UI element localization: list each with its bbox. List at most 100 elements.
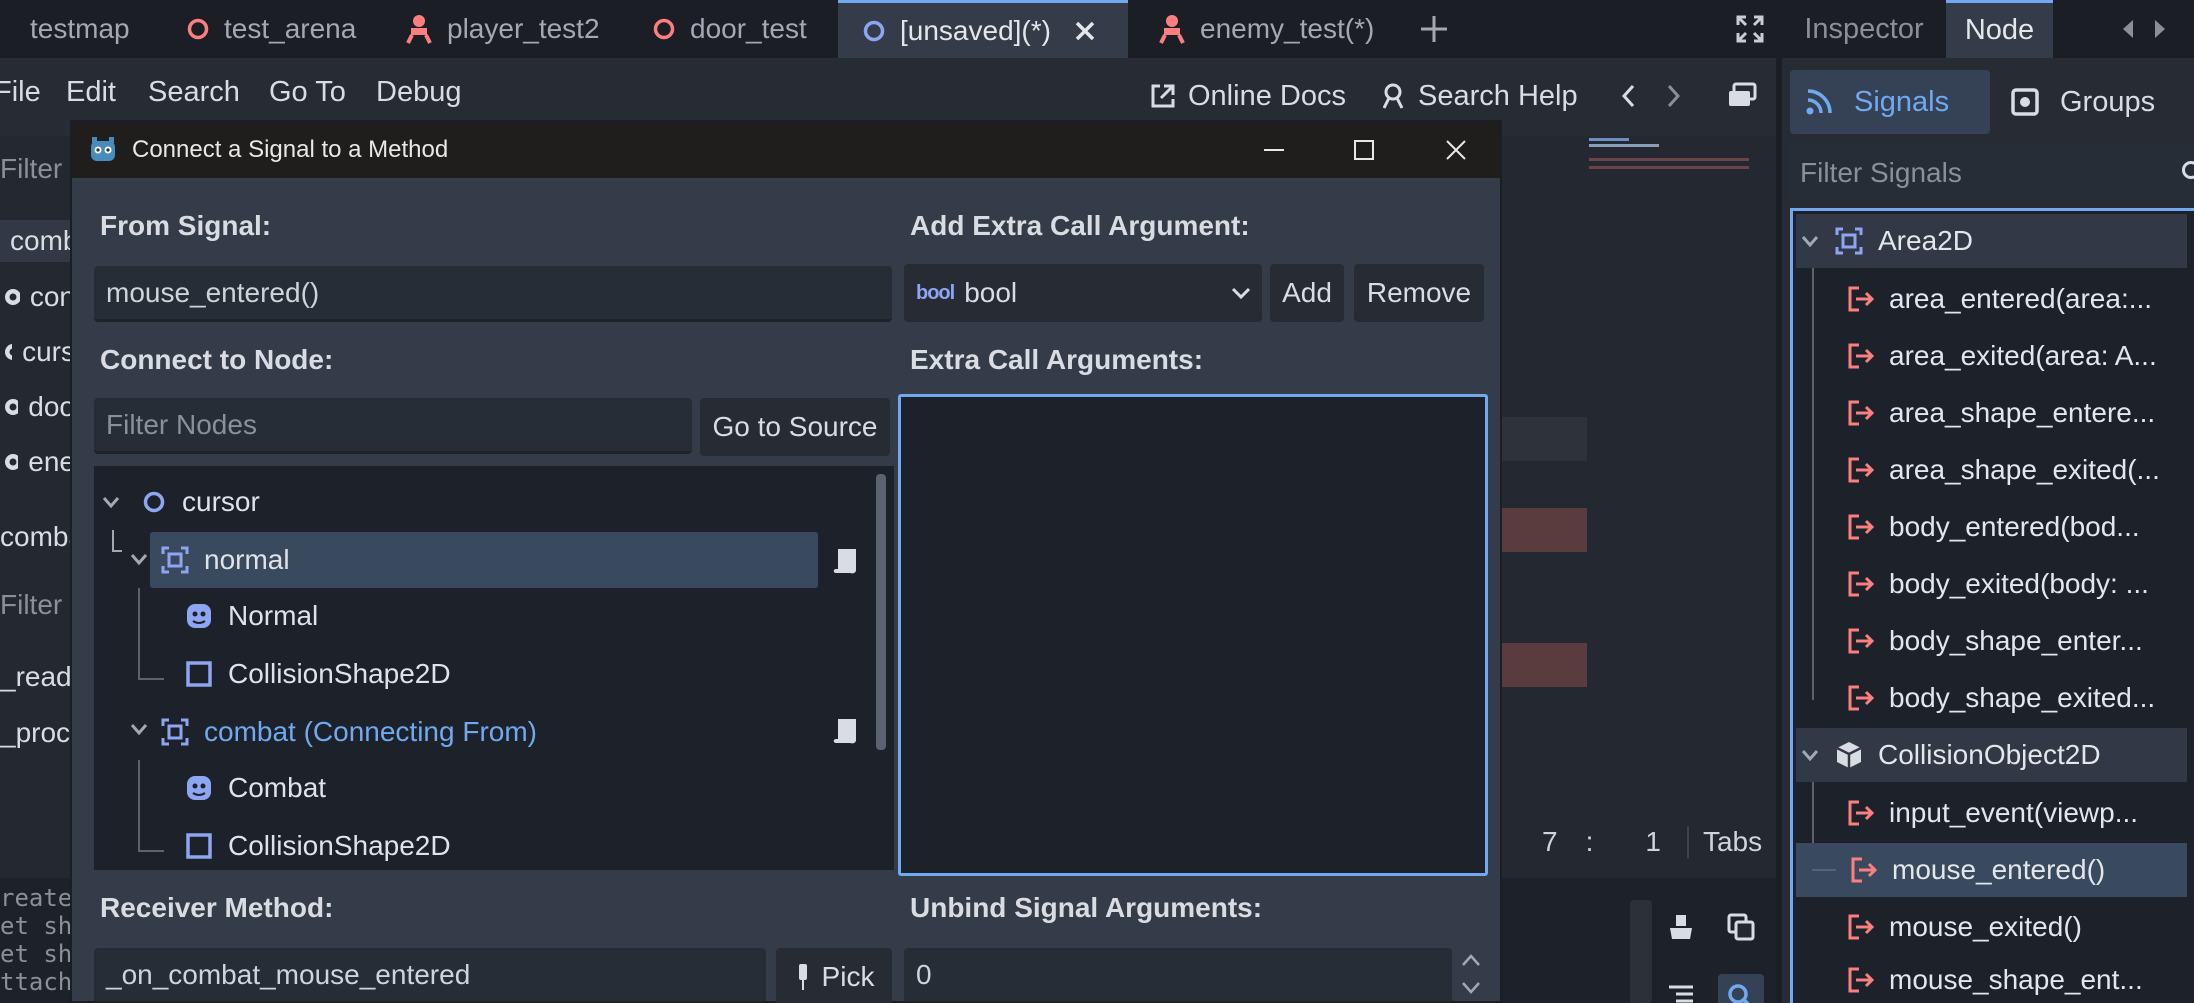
signal-mouse-shape-entered[interactable]: mouse_shape_ent...: [1807, 957, 2187, 1003]
output-filter-toggle[interactable]: [1718, 974, 1764, 1003]
script-icon[interactable]: [830, 716, 860, 746]
close-icon[interactable]: [1444, 138, 1468, 162]
new-tab-button[interactable]: [1418, 0, 1458, 58]
signal-emit-icon: [1848, 628, 1875, 654]
class-header-area2d[interactable]: Area2D: [1796, 214, 2187, 268]
tab-node[interactable]: Node: [1946, 0, 2053, 58]
tree-node-normal-shape[interactable]: CollisionShape2D: [184, 646, 451, 702]
chevron-down-icon[interactable]: [130, 720, 148, 738]
tree-node-normal-selected[interactable]: normal: [150, 532, 818, 588]
spin-down-icon[interactable]: [1460, 980, 1482, 996]
signals-tab-button[interactable]: Signals: [1790, 70, 1990, 134]
tab-testmap[interactable]: testmap: [0, 0, 160, 58]
tab-inspector[interactable]: Inspector: [1782, 0, 1946, 58]
filter-signals-input[interactable]: Filter Signals: [1790, 144, 2194, 202]
signal-area-shape-exited[interactable]: area_shape_exited(...: [1807, 443, 2187, 497]
arg-type-select[interactable]: bool bool: [904, 264, 1262, 322]
signal-body-shape-exited[interactable]: body_shape_exited...: [1807, 671, 2187, 725]
minimap[interactable]: [1588, 136, 1753, 180]
status-separator: :: [1585, 826, 1594, 857]
plus-icon: [1421, 16, 1447, 42]
signal-body-shape-entered[interactable]: body_shape_enter...: [1807, 614, 2187, 668]
signal-label: area_entered(area:...: [1889, 283, 2153, 314]
chevron-left-icon[interactable]: [2117, 17, 2141, 41]
align-icon[interactable]: [1666, 982, 1696, 1003]
distraction-free-button[interactable]: [1735, 0, 1771, 58]
receiver-method-input[interactable]: _on_combat_mouse_entered: [94, 948, 766, 1003]
search-help-button[interactable]: Search Help: [1378, 72, 1578, 120]
dialog-titlebar[interactable]: Connect a Signal to a Method: [72, 122, 1500, 178]
extra-call-args-label: Extra Call Arguments:: [910, 344, 1204, 375]
signal-input-event[interactable]: input_event(viewp...: [1807, 786, 2187, 840]
tree-node-normal-sprite[interactable]: Normal: [184, 588, 318, 644]
extra-call-args-list[interactable]: [898, 394, 1488, 876]
signal-mouse-exited[interactable]: mouse_exited(): [1807, 900, 2187, 954]
tab-unsaved[interactable]: [unsaved](*): [838, 0, 1128, 58]
signal-emit-icon: [1848, 914, 1875, 940]
gear-icon: [5, 344, 13, 360]
gear-icon: [5, 289, 20, 305]
close-icon[interactable]: [1073, 19, 1097, 43]
script-list-item[interactable]: doo: [0, 386, 75, 428]
node-tree-scrollbar[interactable]: [876, 474, 886, 750]
signal-body-exited[interactable]: body_exited(body: ...: [1807, 557, 2187, 611]
method-list-item[interactable]: _ready: [0, 656, 75, 698]
minimize-icon[interactable]: [1262, 138, 1286, 162]
output-scrollbar[interactable]: [1630, 900, 1652, 1003]
circle-icon: [187, 18, 209, 40]
class-header-collisionobject2d[interactable]: CollisionObject2D: [1796, 728, 2187, 782]
tab-test-arena[interactable]: test_arena: [186, 0, 386, 58]
script-name: curs: [22, 336, 75, 367]
maximize-icon[interactable]: [1352, 138, 1376, 162]
tree-node-combat[interactable]: combat (Connecting From): [160, 704, 537, 760]
menu-edit[interactable]: Edit: [66, 76, 116, 109]
pick-method-button[interactable]: Pick: [776, 948, 892, 1003]
signal-emit-icon: [1848, 514, 1875, 540]
node2d-icon: [143, 491, 165, 513]
signal-area-exited[interactable]: area_exited(area: A...: [1807, 329, 2187, 383]
script-list-item[interactable]: comb: [0, 220, 75, 262]
filter-methods-field[interactable]: Filter M: [0, 584, 75, 626]
spin-up-icon[interactable]: [1460, 952, 1482, 968]
group-icon: [2011, 88, 2039, 116]
tree-node-combat-shape[interactable]: CollisionShape2D: [184, 818, 451, 874]
menu-debug[interactable]: Debug: [376, 76, 461, 109]
tab-player-test2[interactable]: player_test2: [405, 0, 635, 58]
signal-area-entered[interactable]: area_entered(area:...: [1807, 272, 2187, 326]
tab-door-test[interactable]: door_test: [652, 0, 842, 58]
remove-arg-button[interactable]: Remove: [1354, 264, 1484, 322]
signal-label: body_shape_enter...: [1889, 625, 2143, 656]
signal-mouse-entered-selected[interactable]: mouse_entered(): [1796, 843, 2187, 897]
chevron-down-icon[interactable]: [130, 550, 148, 568]
script-list-item[interactable]: ene: [0, 441, 75, 483]
online-docs-button[interactable]: Online Docs: [1148, 72, 1346, 120]
method-list-item[interactable]: _proce: [0, 712, 75, 754]
signal-area-shape-entered[interactable]: area_shape_entere...: [1807, 386, 2187, 440]
tree-node-cursor[interactable]: cursor: [102, 474, 260, 530]
menu-search[interactable]: Search: [148, 76, 240, 109]
groups-tab-button[interactable]: Groups: [1990, 70, 2194, 134]
menu-file[interactable]: File: [0, 76, 41, 109]
tree-node-combat-sprite[interactable]: Combat: [184, 760, 326, 816]
history-back-button[interactable]: [1618, 72, 1638, 120]
signal-body-entered[interactable]: body_entered(bod...: [1807, 500, 2187, 554]
script-list-item[interactable]: curs: [0, 331, 75, 373]
tab-enemy-test[interactable]: enemy_test(*): [1158, 0, 1388, 58]
copy-icon[interactable]: [1726, 912, 1756, 942]
area2d-icon: [1835, 227, 1863, 255]
menu-go-to[interactable]: Go To: [269, 76, 346, 109]
go-to-source-button[interactable]: Go to Source: [700, 398, 890, 456]
tree-node-label: CollisionShape2D: [228, 830, 451, 861]
unbind-args-spinbox[interactable]: 0: [904, 948, 1452, 1003]
clear-icon[interactable]: [1666, 912, 1696, 942]
script-list-item[interactable]: con: [0, 276, 75, 318]
add-arg-button[interactable]: Add: [1270, 264, 1344, 322]
script-icon[interactable]: [830, 546, 860, 576]
make-floating-button[interactable]: [1726, 72, 1758, 120]
indent-mode[interactable]: Tabs: [1686, 826, 1762, 858]
filter-scripts-field[interactable]: Filter S: [0, 148, 75, 190]
signal-label: mouse_exited(): [1889, 911, 2082, 942]
chevron-right-icon[interactable]: [2147, 17, 2171, 41]
history-forward-button[interactable]: [1664, 72, 1684, 120]
filter-nodes-input[interactable]: Filter Nodes: [94, 398, 692, 454]
